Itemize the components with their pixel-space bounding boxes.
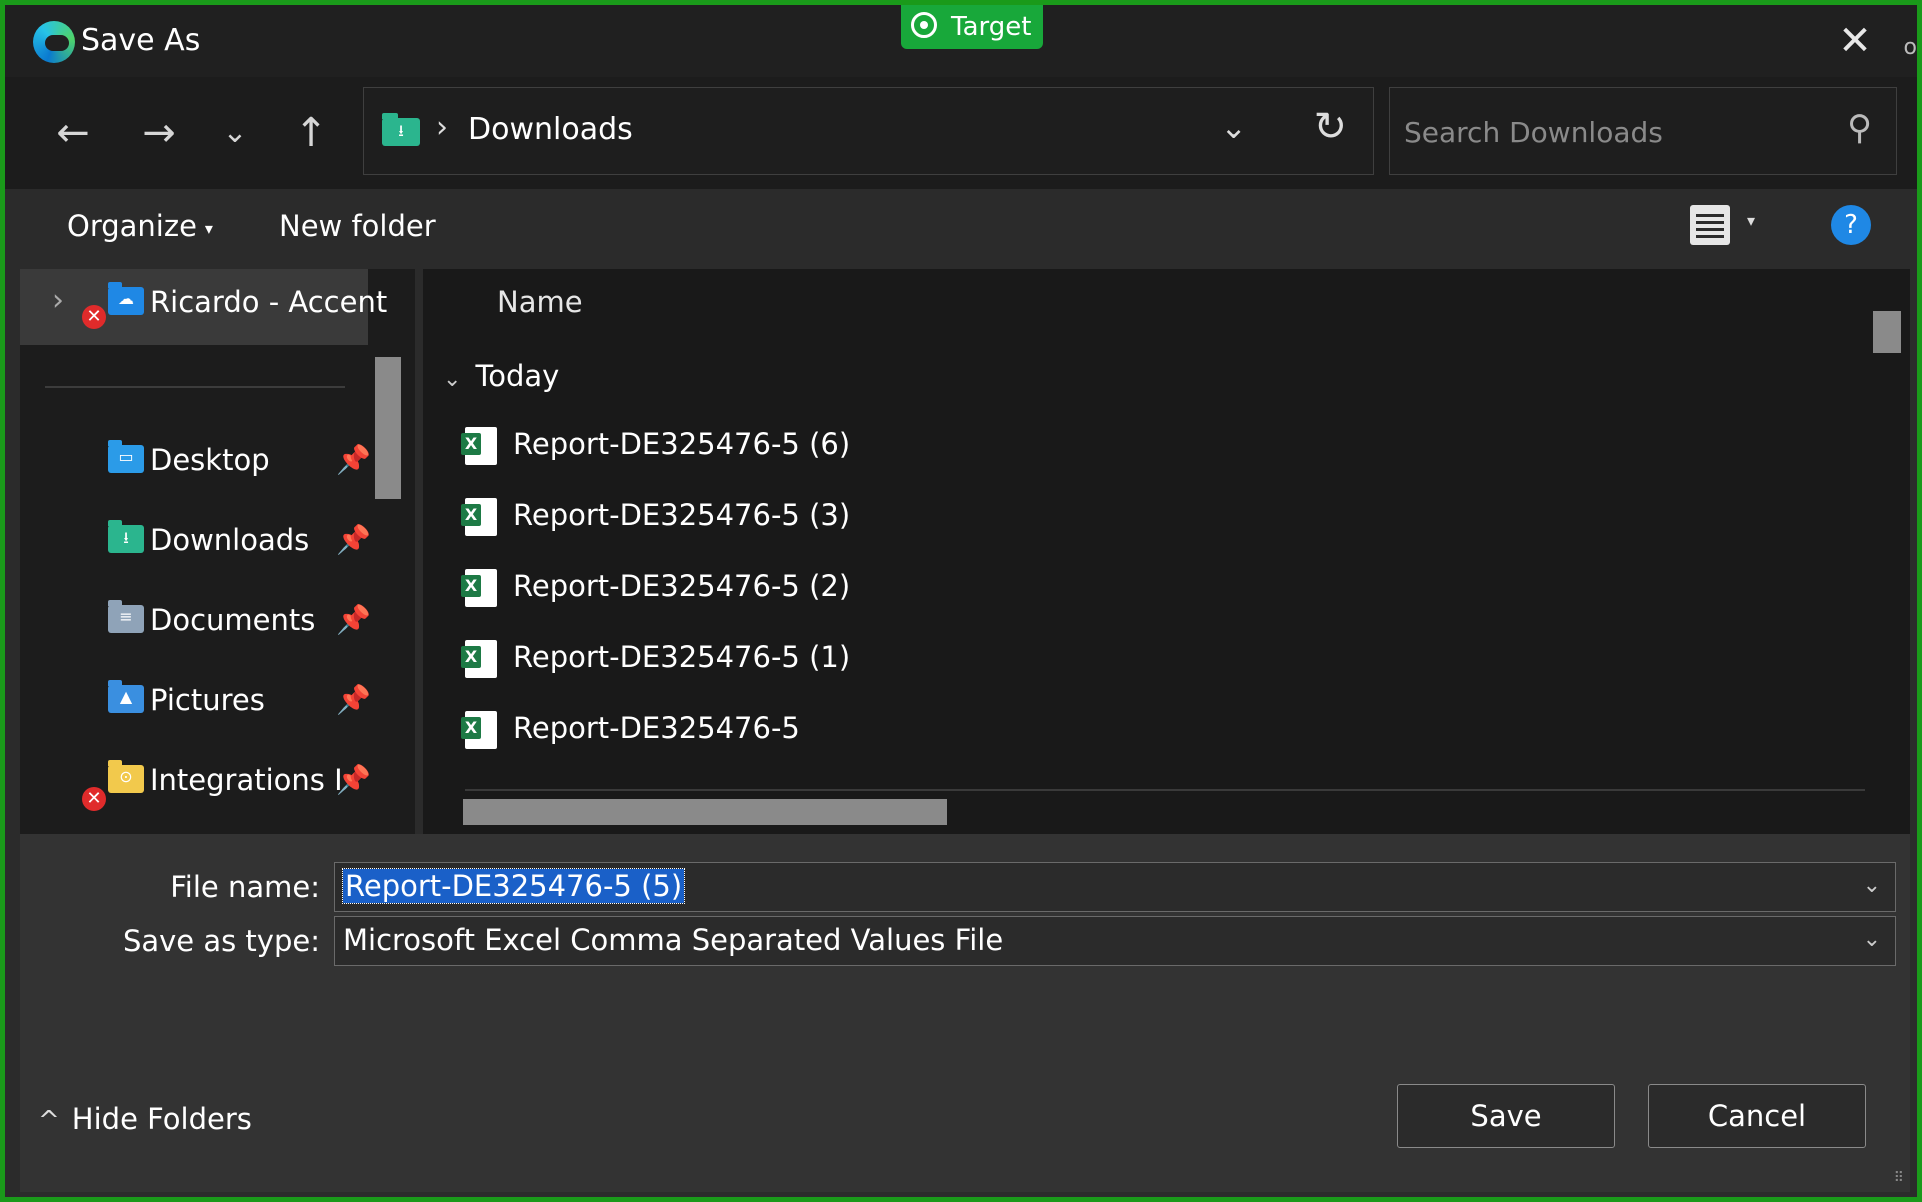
view-options-icon[interactable] [1690,205,1730,245]
pin-icon[interactable]: 📌 [336,603,371,636]
resize-grip-icon[interactable]: ⠿ [1894,1170,1904,1186]
save-type-label: Save as type: [122,924,320,958]
address-history-chevron-icon[interactable]: ⌄ [1220,108,1247,146]
documents-folder-icon: ≡ [108,600,144,633]
target-badge-label: Target [951,12,1032,42]
sidebar-item-label: Desktop [150,443,270,477]
file-list-horizontal-scrollbar[interactable] [463,799,947,825]
organize-button[interactable]: Organize ▾ [67,209,213,243]
file-name-combobox[interactable]: Report-DE325476-5 (5) ⌄ [334,862,1896,912]
list-bottom-divider [465,789,1865,791]
sidebar-item-downloads[interactable]: ⭳ Downloads 📌 [20,507,371,579]
file-list: Name ⌄ Today Report-DE325476-5 (6) Report… [423,269,1910,834]
breadcrumb-separator-icon: › [436,110,448,145]
excel-file-icon [461,711,497,749]
target-icon [911,12,937,38]
search-icon[interactable]: ⚲ [1847,108,1872,148]
navigation-bar: ← → ⌄ ↑ ⭳ › Downloads ⌄ ↻ ⚲ [5,77,1917,189]
group-label: Today [475,359,560,393]
sidebar-item-label: Ricardo - Accent [150,285,388,319]
new-folder-button[interactable]: New folder [279,209,436,243]
file-name: Report-DE325476-5 (2) [513,569,851,603]
edge-logo-icon [33,21,75,63]
excel-file-icon [461,569,497,607]
up-button[interactable]: ↑ [281,103,341,163]
downloads-folder-icon: ⭳ [382,113,420,146]
excel-file-icon [461,640,497,678]
sidebar-item-label: Integrations I [150,763,343,797]
sync-error-icon: ✕ [82,787,106,811]
hide-folders-label: Hide Folders [71,1102,252,1136]
sidebar-item-desktop[interactable]: ▭ Desktop 📌 [20,427,371,499]
file-name: Report-DE325476-5 (1) [513,640,851,674]
save-type-select[interactable]: Microsoft Excel Comma Separated Values F… [334,916,1896,966]
organize-label: Organize [67,209,197,243]
edge-letter: o [1903,35,1917,60]
file-row[interactable]: Report-DE325476-5 (6) [461,415,1365,475]
file-name: Report-DE325476-5 (6) [513,427,851,461]
close-button[interactable]: ✕ [1833,19,1877,63]
save-options-pane: File name: Report-DE325476-5 (5) ⌄ Save … [20,834,1910,1192]
address-bar[interactable]: ⭳ › Downloads ⌄ ↻ [363,87,1374,175]
file-row[interactable]: Report-DE325476-5 [461,699,1365,759]
nav-pane-scrollbar[interactable] [375,357,401,499]
dialog-title: Save As [81,23,201,58]
file-row[interactable]: Report-DE325476-5 (3) [461,486,1365,546]
save-type-value: Microsoft Excel Comma Separated Values F… [343,923,1004,957]
sidebar-item-documents[interactable]: ≡ Documents 📌 [20,587,371,659]
chevron-up-icon: ^ [38,1106,60,1136]
pin-icon[interactable]: 📌 [336,683,371,716]
navigation-pane: › ☁ ✕ Ricardo - Accent ▭ Desktop 📌 ⭳ Dow… [20,269,415,834]
help-icon[interactable]: ? [1831,205,1871,245]
expand-chevron-icon[interactable]: › [52,283,64,318]
back-button[interactable]: ← [43,103,103,163]
refresh-icon[interactable]: ↻ [1313,104,1347,150]
hide-folders-button[interactable]: ^ Hide Folders [38,1102,252,1136]
pin-icon[interactable]: 📌 [336,763,371,796]
save-type-dropdown-icon[interactable]: ⌄ [1863,927,1881,952]
onedrive-folder-icon: ☁ [108,282,144,315]
sidebar-item-pictures[interactable]: ▲ Pictures 📌 [20,667,371,739]
file-name-label: File name: [170,870,320,904]
shared-folder-icon: ⊙ [108,760,144,793]
command-bar: Organize ▾ New folder ▾ ? [5,189,1917,269]
search-input[interactable] [1402,108,1826,156]
cancel-button[interactable]: Cancel [1648,1084,1866,1148]
downloads-folder-icon: ⭳ [108,520,144,553]
group-header-today[interactable]: ⌄ Today [443,359,559,393]
save-button[interactable]: Save [1397,1084,1615,1148]
pane-splitter[interactable] [415,269,423,834]
file-name-input[interactable]: Report-DE325476-5 (5) [341,868,686,904]
sidebar-item-onedrive[interactable]: › ☁ ✕ Ricardo - Accent [20,269,387,345]
file-list-vertical-scrollbar[interactable] [1873,311,1901,353]
search-box[interactable]: ⚲ [1389,87,1897,175]
target-badge: Target [901,5,1044,49]
group-collapse-chevron-icon: ⌄ [443,367,462,392]
forward-button[interactable]: → [129,103,189,163]
pin-icon[interactable]: 📌 [336,443,371,476]
file-name: Report-DE325476-5 [513,711,800,745]
sidebar-item-label: Pictures [150,683,265,717]
nav-divider [45,386,345,388]
breadcrumb-downloads[interactable]: Downloads [468,112,633,147]
file-name: Report-DE325476-5 (3) [513,498,851,532]
title-bar: Save As Target ✕ o [5,5,1917,77]
sidebar-item-label: Downloads [150,523,310,557]
excel-file-icon [461,427,497,465]
organize-caret-icon: ▾ [204,218,213,238]
sync-error-icon: ✕ [82,305,106,329]
excel-file-icon [461,498,497,536]
save-as-dialog: Save As Target ✕ o ← → ⌄ ↑ ⭳ › Downloads… [0,0,1922,1202]
sidebar-item-label: Documents [150,603,316,637]
sidebar-item-integrations[interactable]: ⊙ ✕ Integrations I 📌 [20,747,371,819]
file-row[interactable]: Report-DE325476-5 (1) [461,628,1365,688]
pictures-folder-icon: ▲ [108,680,144,713]
file-name-dropdown-icon[interactable]: ⌄ [1863,873,1881,898]
file-row[interactable]: Report-DE325476-5 (2) [461,557,1365,617]
column-header-name[interactable]: Name [497,285,583,319]
pin-icon[interactable]: 📌 [336,523,371,556]
desktop-folder-icon: ▭ [108,440,144,473]
view-options-caret-icon[interactable]: ▾ [1747,211,1755,230]
recent-locations-button[interactable]: ⌄ [205,103,265,163]
